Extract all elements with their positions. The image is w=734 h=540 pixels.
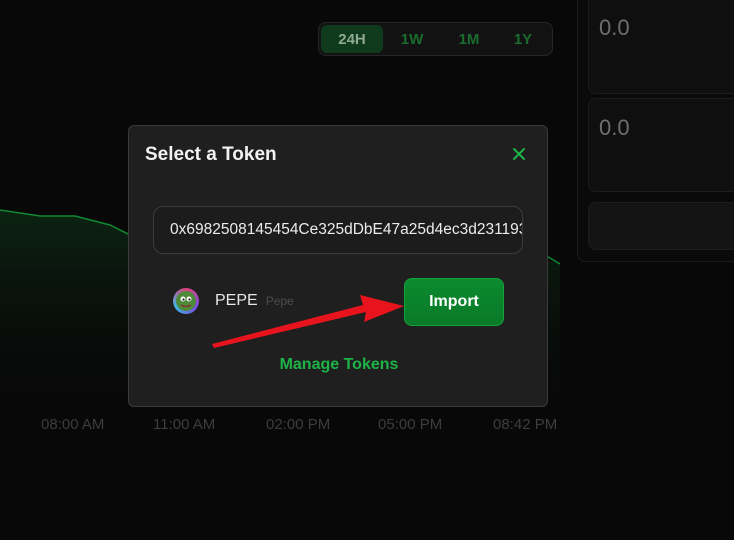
stat-value: 0.0 bbox=[599, 15, 630, 40]
import-button[interactable]: Import bbox=[404, 278, 504, 326]
token-address-input[interactable]: 0x6982508145454Ce325dDbE47a25d4ec3d23119… bbox=[153, 206, 523, 254]
stat-value: 0.0 bbox=[599, 115, 630, 140]
modal-title: Select a Token bbox=[145, 144, 277, 165]
tab-1y[interactable]: 1Y bbox=[497, 25, 549, 53]
stat-card: 0.0 bbox=[588, 98, 734, 192]
x-tick-label: 08:00 AM bbox=[41, 416, 105, 433]
tab-1m[interactable]: 1M bbox=[441, 25, 497, 53]
x-tick-label: 08:42 PM bbox=[493, 416, 558, 433]
tab-1w[interactable]: 1W bbox=[383, 25, 441, 53]
x-tick-label: 05:00 PM bbox=[378, 416, 443, 433]
token-result-row[interactable]: PEPE Pepe bbox=[173, 287, 294, 315]
token-name: Pepe bbox=[265, 294, 294, 308]
x-tick-label: 02:00 PM bbox=[266, 416, 331, 433]
x-tick-label: 11:00 AM bbox=[153, 416, 216, 433]
close-icon[interactable] bbox=[509, 144, 529, 164]
select-token-modal: Select a Token 0x6982508145454Ce325dDbE4… bbox=[128, 125, 548, 407]
stat-card: 0.0 bbox=[588, 0, 734, 94]
token-symbol: PEPE bbox=[215, 292, 258, 309]
tab-24h[interactable]: 24H bbox=[321, 25, 383, 53]
stat-card bbox=[588, 202, 734, 250]
manage-tokens-link[interactable]: Manage Tokens bbox=[129, 356, 549, 374]
pepe-token-icon bbox=[173, 288, 199, 314]
time-range-tabs: 24H 1W 1M 1Y bbox=[318, 22, 553, 56]
